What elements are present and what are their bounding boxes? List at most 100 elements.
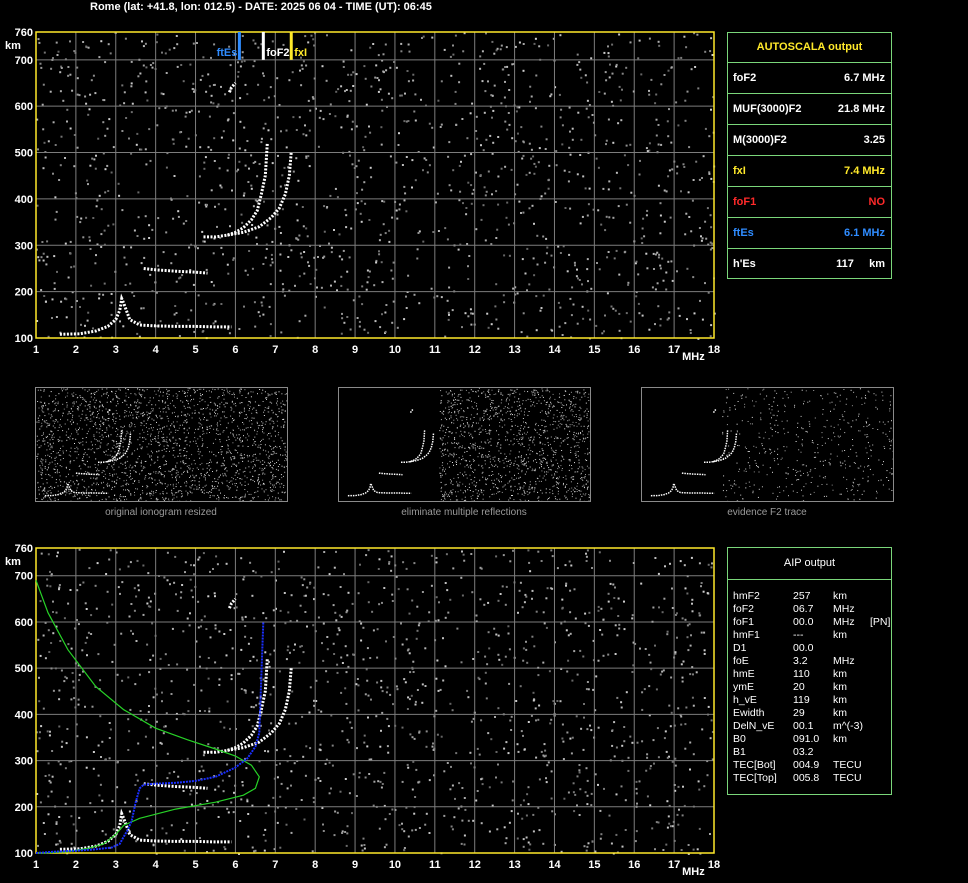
thumb-noise-dot (568, 426, 569, 428)
thumb-noise-dot (284, 404, 286, 406)
thumb-noise-dot (513, 443, 515, 445)
thumb-noise-dot (588, 496, 590, 498)
thumb-noise-dot (76, 480, 78, 482)
thumb-noise-dot (104, 470, 105, 472)
thumb-noise-dot (456, 409, 458, 411)
noise-dot (528, 207, 531, 210)
thumb-noise-dot (454, 397, 455, 399)
thumb-noise-dot (157, 459, 159, 461)
thumb-noise-dot (442, 500, 444, 502)
noise-dot (124, 37, 127, 40)
thumb-noise-dot (43, 432, 44, 434)
thumb-noise-dot (191, 470, 193, 472)
thumb-noise-dot (538, 480, 540, 482)
thumb-noise-dot (575, 455, 577, 456)
thumb-noise-dot (579, 466, 581, 468)
thumb-noise-dot (260, 441, 261, 443)
thumb-noise-dot (469, 443, 471, 444)
noise-dot (692, 276, 695, 279)
thumb-noise-dot (79, 497, 81, 499)
noise-dot (196, 42, 198, 44)
thumb-noise-dot (109, 426, 111, 428)
thumb-noise-dot (148, 412, 150, 414)
noise-dot (684, 99, 687, 102)
thumb-noise-dot (502, 459, 504, 461)
thumb-noise-dot (489, 398, 491, 400)
thumb-noise-dot (103, 423, 105, 425)
thumb-noise-dot (474, 401, 476, 403)
thumb-noise-dot (450, 499, 452, 501)
thumb-noise-dot (185, 490, 187, 492)
thumb-noise-dot (124, 410, 126, 412)
noise-dot (422, 35, 425, 38)
thumb-noise-dot (65, 494, 67, 496)
noise-dot (412, 73, 415, 76)
thumb-noise-dot (206, 463, 208, 465)
thumb-noise-dot (76, 408, 78, 410)
thumb-noise-dot (465, 485, 466, 487)
noise-dot (205, 302, 208, 305)
noise-dot (262, 74, 265, 77)
thumb-noise-dot (524, 464, 526, 466)
thumb-noise-dot (441, 425, 442, 427)
thumb-noise-dot (171, 499, 173, 501)
thumb-noise-dot (567, 443, 569, 445)
thumb-noise-dot (509, 453, 511, 455)
thumb-noise-dot (536, 461, 538, 463)
thumb-noise-dot (48, 487, 50, 488)
thumb-noise-dot (232, 463, 234, 465)
thumb-noise-dot (465, 474, 467, 476)
thumb-noise-dot (252, 497, 254, 499)
thumb-noise-dot (213, 402, 215, 404)
thumb-noise-dot (126, 467, 127, 469)
noise-dot (358, 320, 361, 323)
noise-dot (202, 56, 205, 59)
thumb-noise-dot (474, 430, 476, 432)
thumb-noise-dot (263, 415, 265, 416)
thumb-noise-dot (279, 464, 281, 465)
thumb-noise-dot (48, 433, 50, 435)
noise-dot (532, 257, 535, 260)
thumb-noise-dot (156, 415, 157, 417)
noise-dot (604, 314, 606, 317)
noise-dot (581, 305, 584, 308)
thumb-noise-dot (94, 392, 96, 394)
noise-dot (251, 224, 254, 226)
thumb-noise-dot (176, 442, 178, 444)
thumb-noise-dot (239, 389, 241, 391)
noise-dot (480, 218, 483, 221)
thumb-noise-dot (175, 472, 177, 474)
x-tick-label: 18 (708, 344, 720, 356)
thumb-noise-dot (457, 499, 459, 501)
thumb-noise-dot (548, 404, 550, 406)
thumb-noise-dot (464, 496, 466, 498)
noise-dot (87, 113, 90, 116)
thumb-noise-dot (517, 440, 519, 442)
thumb-noise-dot (116, 396, 118, 398)
thumb-noise-dot (464, 471, 466, 473)
y-tick-label: 400 (15, 194, 33, 206)
thumb-noise-dot (171, 477, 173, 479)
thumb-noise-dot (172, 494, 173, 496)
noise-dot (467, 265, 469, 268)
thumb-noise-dot (55, 405, 57, 406)
thumb-noise-dot (536, 432, 538, 434)
thumb-noise-dot (130, 431, 131, 433)
noise-dot (411, 186, 413, 189)
noise-dot (458, 199, 461, 202)
thumb-noise-dot (135, 472, 137, 473)
noise-dot (663, 74, 666, 76)
thumb-noise-dot (152, 494, 154, 496)
noise-dot (340, 126, 343, 129)
thumb-noise-dot (578, 490, 580, 491)
thumb-noise-dot (483, 391, 485, 393)
thumb-noise-dot (239, 402, 241, 404)
thumb-noise-dot (458, 412, 460, 414)
thumb-noise-dot (490, 415, 491, 417)
thumb-noise-dot (143, 420, 145, 422)
thumb-noise-dot (162, 408, 164, 410)
thumb-noise-dot (68, 412, 70, 414)
thumb-noise-dot (553, 451, 555, 453)
thumb-noise-dot (93, 482, 95, 484)
thumb-noise-dot (281, 483, 283, 485)
